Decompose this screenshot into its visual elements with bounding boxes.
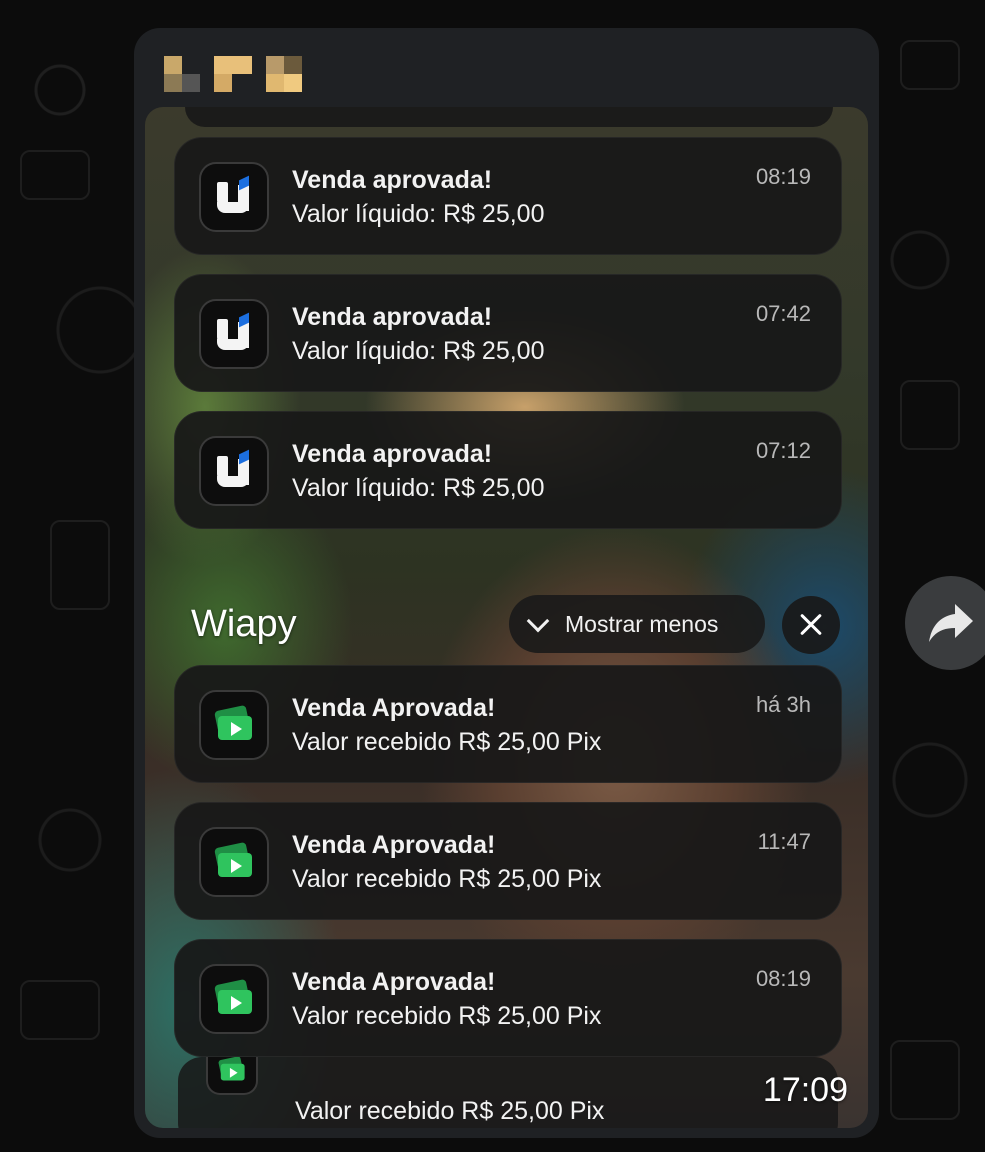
notification-body: Valor recebido R$ 25,00 Pix bbox=[292, 865, 602, 893]
notification-body: Valor recebido R$ 25,00 Pix bbox=[295, 1097, 605, 1125]
cash-app-icon bbox=[199, 827, 269, 897]
notification-card[interactable]: Venda Aprovada! Valor recebido R$ 25,00 … bbox=[174, 939, 842, 1057]
wallpaper-doodle bbox=[900, 40, 960, 90]
u-app-icon bbox=[199, 436, 269, 506]
notification-title: Venda Aprovada! bbox=[292, 694, 496, 722]
wallpaper-doodle bbox=[900, 380, 960, 450]
notification-card[interactable]: Venda Aprovada! Valor recebido R$ 25,00 … bbox=[174, 665, 842, 783]
notification-body: Valor líquido: R$ 25,00 bbox=[292, 200, 545, 228]
notification-card[interactable]: Venda Aprovada! Valor recebido R$ 25,00 … bbox=[174, 802, 842, 920]
notification-card[interactable]: Venda aprovada! Valor líquido: R$ 25,00 … bbox=[174, 411, 842, 529]
cash-app-icon bbox=[206, 1055, 258, 1095]
pixelated-block bbox=[164, 56, 200, 92]
notification-time: 07:42 bbox=[755, 301, 811, 326]
pixelated-block bbox=[214, 56, 252, 92]
notification-title: Venda aprovada! bbox=[292, 303, 493, 331]
notification-body: Valor recebido R$ 25,00 Pix bbox=[292, 728, 602, 756]
wallpaper-doodle bbox=[890, 1040, 960, 1120]
wallpaper-doodle bbox=[50, 520, 110, 610]
notification-card[interactable]: Venda aprovada! Valor líquido: R$ 25,00 … bbox=[174, 137, 842, 255]
notification-title: Venda aprovada! bbox=[292, 166, 493, 194]
u-app-icon bbox=[199, 162, 269, 232]
show-less-button[interactable]: Mostrar menos bbox=[509, 595, 765, 653]
show-less-label: Mostrar menos bbox=[565, 610, 719, 637]
notification-peek-top bbox=[185, 107, 833, 127]
notification-time: 08:19 bbox=[755, 966, 811, 991]
notification-body: Valor líquido: R$ 25,00 bbox=[292, 337, 545, 365]
cash-app-icon bbox=[199, 964, 269, 1034]
pixelated-block bbox=[266, 56, 302, 92]
notification-peek-bottom: Valor recebido R$ 25,00 Pix bbox=[178, 1055, 838, 1128]
notification-title: Venda Aprovada! bbox=[292, 968, 496, 996]
wallpaper-doodle bbox=[20, 150, 90, 200]
notification-time: há 3h bbox=[755, 692, 811, 717]
notification-body: Valor líquido: R$ 25,00 bbox=[292, 474, 545, 502]
notification-group-header: Wiapy Mostrar menos bbox=[145, 595, 868, 655]
notification-card[interactable]: Venda aprovada! Valor líquido: R$ 25,00 … bbox=[174, 274, 842, 392]
forward-icon bbox=[929, 604, 973, 642]
notification-time: 07:12 bbox=[755, 438, 811, 463]
chevron-down-icon bbox=[527, 613, 549, 635]
sender-name-pixelated bbox=[164, 56, 302, 92]
group-app-name: Wiapy bbox=[191, 603, 297, 645]
lock-screen-clock: 17:09 bbox=[762, 1071, 848, 1109]
wallpaper-doodle bbox=[20, 980, 100, 1040]
u-app-icon bbox=[199, 299, 269, 369]
notification-time: 08:19 bbox=[755, 164, 811, 189]
notification-title: Venda Aprovada! bbox=[292, 831, 496, 859]
screenshot-image[interactable]: Venda aprovada! Valor líquido: R$ 25,00 … bbox=[145, 107, 868, 1128]
notification-title: Venda aprovada! bbox=[292, 440, 493, 468]
message-bubble[interactable]: Venda aprovada! Valor líquido: R$ 25,00 … bbox=[134, 28, 879, 1138]
notification-time: 11:47 bbox=[757, 829, 811, 854]
notification-body: Valor recebido R$ 25,00 Pix bbox=[292, 1002, 602, 1030]
close-icon[interactable] bbox=[782, 596, 840, 654]
cash-app-icon bbox=[199, 690, 269, 760]
